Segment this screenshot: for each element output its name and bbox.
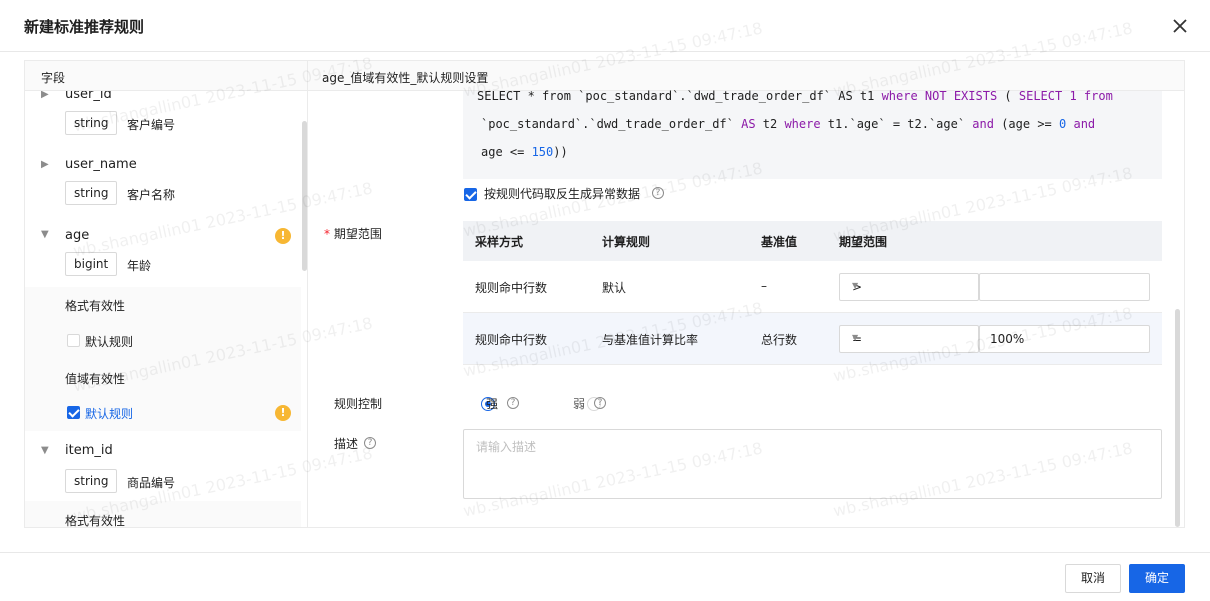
reverse-checkbox-label[interactable]: 按规则代码取反生成异常数据 <box>484 185 640 202</box>
col-sampling: 采样方式 <box>475 235 524 249</box>
table-row: 规则命中行数 默认 – > ▼ <box>463 261 1162 313</box>
field-tree-title: 字段 <box>41 71 66 85</box>
warning-icon: ! <box>275 405 291 421</box>
modal-header: 新建标准推荐规则 <box>0 0 1210 52</box>
collapse-caret-icon[interactable]: ▼ <box>41 229 49 240</box>
confirm-button[interactable]: 确定 <box>1129 564 1185 593</box>
field-tree-panel: 字段 ▶ user_id string 客户编号 ▶ user_name str… <box>25 61 308 527</box>
field-name-age[interactable]: age <box>65 228 89 243</box>
field-tree[interactable]: ▶ user_id string 客户编号 ▶ user_name string… <box>25 91 301 527</box>
section-format-validity: 格式有效性 <box>65 299 126 313</box>
help-icon[interactable]: ? <box>507 397 519 409</box>
format-default-rule-label[interactable]: 默认规则 <box>85 333 133 350</box>
section-format-validity: 格式有效性 <box>65 514 126 527</box>
field-desc: 年龄 <box>127 259 152 273</box>
tree-scrollbar[interactable] <box>302 121 307 271</box>
radio-weak-label[interactable]: 弱 <box>573 395 585 412</box>
operator-select[interactable]: = ▼ <box>839 325 979 353</box>
rule-control-label: 规则控制 <box>334 397 383 411</box>
field-name-user-id[interactable]: user_id <box>65 91 112 102</box>
modal-title: 新建标准推荐规则 <box>24 18 145 36</box>
operator-select[interactable]: > ▼ <box>839 273 979 301</box>
field-name-item-id[interactable]: item_id <box>65 443 113 458</box>
sql-line-3: age <= 150)) <box>481 145 568 159</box>
section-value-validity: 值域有效性 <box>65 372 126 386</box>
collapse-caret-icon[interactable]: ▼ <box>41 445 49 456</box>
col-calc-rule: 计算规则 <box>602 235 651 249</box>
expand-caret-icon[interactable]: ▶ <box>41 91 49 100</box>
field-desc: 商品编号 <box>127 476 176 490</box>
reverse-checkbox[interactable] <box>464 188 477 201</box>
help-icon[interactable]: ? <box>652 187 664 199</box>
dropdown-arrow-icon: ▼ <box>852 281 859 290</box>
rule-settings-panel: age_值域有效性_默认规则设置 SELECT * from `poc_stan… <box>308 61 1184 527</box>
field-tree-header: 字段 <box>25 61 307 91</box>
expect-value-input[interactable]: 100% <box>979 325 1150 353</box>
value-default-rule-label[interactable]: 默认规则 <box>85 405 133 422</box>
rule-settings-header: age_值域有效性_默认规则设置 <box>308 61 1184 91</box>
field-desc: 客户编号 <box>127 118 176 132</box>
expect-range-label: * 期望范围 <box>324 227 382 241</box>
value-default-rule-checkbox[interactable] <box>67 406 80 419</box>
expand-caret-icon[interactable]: ▶ <box>41 159 49 170</box>
field-type-tag: string <box>65 469 118 493</box>
rule-settings-title: age_值域有效性_默认规则设置 <box>322 71 489 85</box>
field-type-tag: string <box>65 181 118 205</box>
cancel-button[interactable]: 取消 <box>1065 564 1121 593</box>
field-type-tag: bigint <box>65 252 118 276</box>
rule-modal: 新建标准推荐规则 字段 ▶ user_id string 客户编号 ▶ user… <box>0 0 1210 601</box>
col-expect-range: 期望范围 <box>839 235 888 249</box>
field-name-user-name[interactable]: user_name <box>65 157 137 172</box>
field-type-tag: string <box>65 111 118 135</box>
format-default-rule-checkbox[interactable] <box>67 334 80 347</box>
sql-line-1: SELECT * from `poc_standard`.`dwd_trade_… <box>477 89 1113 103</box>
sql-line-2: `poc_standard`.`dwd_trade_order_df` AS t… <box>481 117 1096 131</box>
sql-code-block: SELECT * from `poc_standard`.`dwd_trade_… <box>463 89 1162 179</box>
desc-label: 描述 <box>334 437 359 451</box>
modal-body: 字段 ▶ user_id string 客户编号 ▶ user_name str… <box>24 60 1185 528</box>
desc-textarea[interactable]: 请输入描述 <box>463 429 1162 499</box>
help-icon[interactable]: ? <box>594 397 606 409</box>
col-baseline: 基准值 <box>761 235 798 249</box>
settings-scrollbar[interactable] <box>1175 309 1180 527</box>
modal-footer: 取消 确定 <box>0 552 1210 601</box>
table-row: 规则命中行数 与基准值计算比率 总行数 = ▼ 100% <box>463 313 1162 365</box>
expect-table-header: 采样方式 计算规则 基准值 期望范围 <box>463 221 1162 261</box>
expect-value-input[interactable] <box>979 273 1150 301</box>
close-icon[interactable] <box>1168 14 1192 38</box>
field-desc: 客户名称 <box>127 188 176 202</box>
help-icon[interactable]: ? <box>364 437 376 449</box>
warning-icon: ! <box>275 228 291 244</box>
radio-strong-label[interactable]: 强 <box>486 395 498 412</box>
dropdown-arrow-icon: ▼ <box>852 333 859 342</box>
